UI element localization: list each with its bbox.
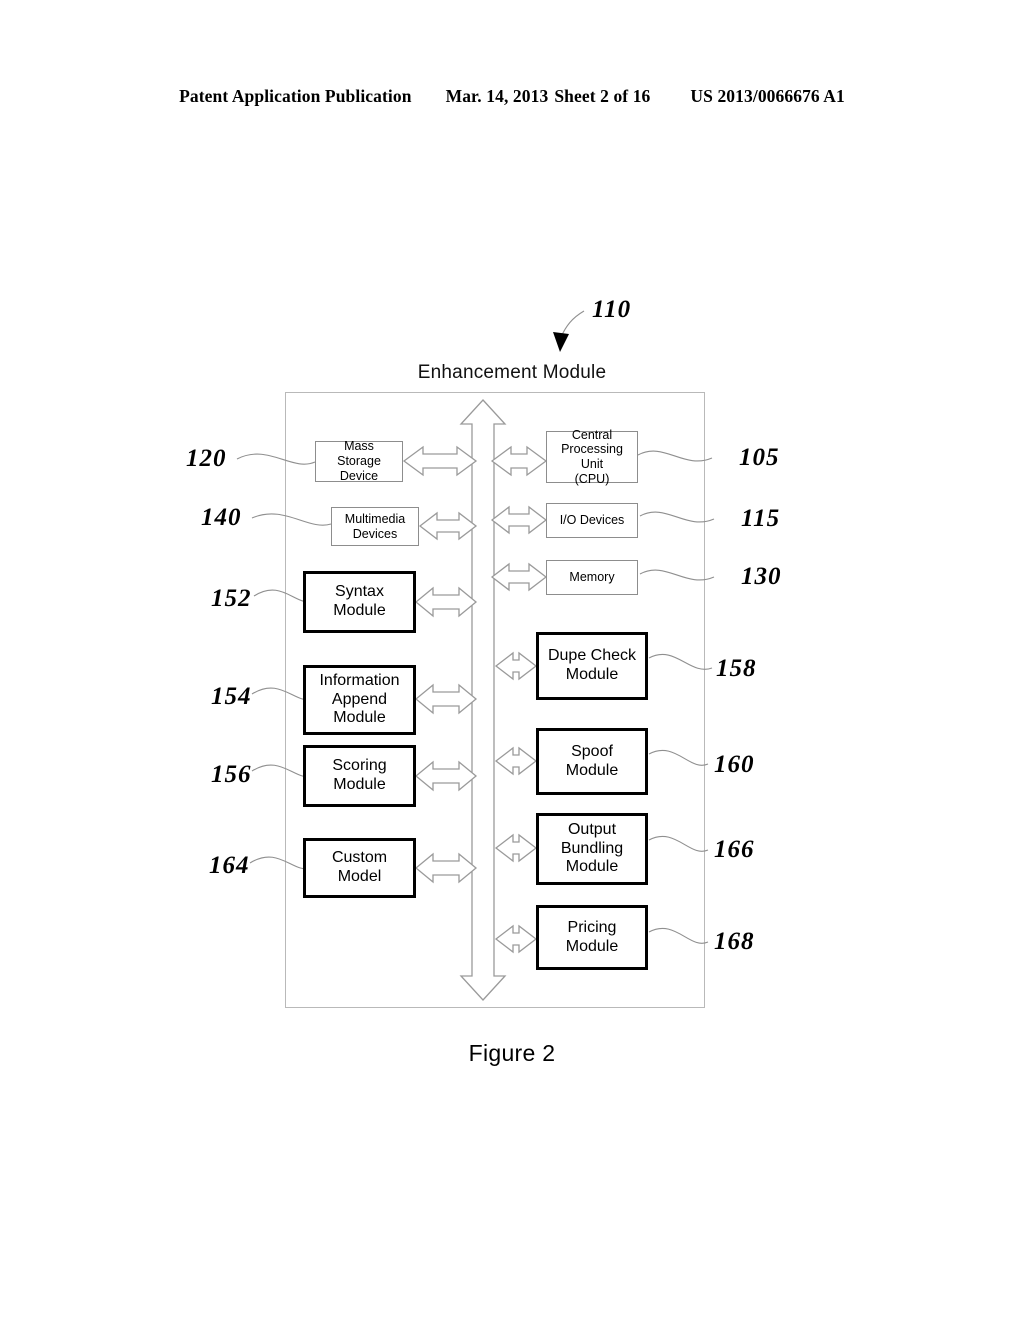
box-custom-model[interactable]: Custom Model	[303, 838, 416, 898]
box-cpu-line-2: Processing Unit	[561, 442, 623, 471]
ref-number-105: 105	[739, 444, 780, 471]
box-multimedia-devices-line-1: Multimedia	[344, 511, 406, 526]
box-syntax-module-line-1: Syntax Module	[333, 583, 386, 619]
ref-number-160: 160	[714, 751, 755, 778]
box-custom-model-line-1: Custom Model	[331, 849, 388, 885]
box-io-devices[interactable]: I/O Devices	[546, 503, 638, 538]
box-output-bundling-module-line-3: Module	[565, 858, 619, 876]
box-multimedia-devices[interactable]: Multimedia Devices	[331, 507, 419, 546]
box-central-processing-unit[interactable]: Central Processing Unit (CPU)	[546, 427, 638, 486]
box-multimedia-devices-line-2: Devices	[352, 526, 398, 541]
box-spoof-module-line-1: Spoof Module	[565, 742, 619, 779]
ref-number-164: 164	[209, 852, 250, 879]
box-information-append-module-line-2: Append	[331, 690, 388, 708]
ref-number-168: 168	[714, 928, 755, 955]
box-scoring-module[interactable]: Scoring Module	[303, 745, 416, 807]
box-memory-line-1: Memory	[569, 570, 615, 585]
box-information-append-module[interactable]: Information Append Module	[303, 665, 416, 735]
box-memory[interactable]: Memory	[546, 560, 638, 595]
box-mass-storage-device-line-2: Device	[339, 468, 379, 483]
box-cpu-line-3: (CPU)	[574, 471, 610, 486]
box-scoring-module-line-2: Module	[333, 776, 386, 793]
ref-number-120: 120	[186, 445, 227, 472]
box-syntax-module[interactable]: Syntax Module	[303, 571, 416, 633]
ref-number-154: 154	[211, 683, 252, 710]
enhancement-module-title: Enhancement Module	[417, 362, 607, 383]
box-dupe-check-module[interactable]: Dupe Check Module	[536, 632, 648, 700]
ref-number-110: 110	[592, 296, 632, 323]
box-output-bundling-module-line-2: Bundling	[560, 839, 624, 857]
box-pricing-module-line-1: Pricing Module	[565, 918, 619, 955]
box-mass-storage-device-line-1: Mass Storage	[337, 439, 381, 469]
leader-line-110	[560, 310, 585, 338]
box-spoof-module[interactable]: Spoof Module	[536, 728, 648, 795]
box-cpu-line-1: Central	[571, 427, 613, 442]
ref-number-166: 166	[714, 836, 755, 863]
leader-arrowhead-110	[553, 332, 569, 352]
box-output-bundling-module[interactable]: Output Bundling Module	[536, 813, 648, 885]
box-dupe-check-module-line-2: Module	[565, 666, 619, 683]
box-output-bundling-module-line-1: Output	[567, 820, 617, 838]
figure-2-diagram: Enhancement Module 110 Mass Storage Devi…	[0, 0, 1024, 1320]
box-dupe-check-module-line-1: Dupe Check	[547, 647, 637, 665]
box-scoring-module-line-1: Scoring	[332, 757, 387, 775]
ref-number-152: 152	[211, 585, 252, 612]
box-information-append-module-line-1: Information	[319, 671, 400, 689]
ref-number-158: 158	[716, 655, 757, 682]
ref-number-156: 156	[211, 761, 252, 788]
box-mass-storage-device[interactable]: Mass Storage Device	[315, 439, 403, 483]
box-information-append-module-line-3: Module	[333, 709, 386, 727]
box-pricing-module[interactable]: Pricing Module	[536, 905, 648, 970]
figure-caption: Figure 2	[468, 1040, 556, 1066]
box-io-devices-line-1: I/O Devices	[559, 513, 625, 528]
ref-number-140: 140	[201, 504, 242, 531]
ref-number-115: 115	[741, 505, 781, 532]
ref-number-130: 130	[741, 563, 782, 590]
